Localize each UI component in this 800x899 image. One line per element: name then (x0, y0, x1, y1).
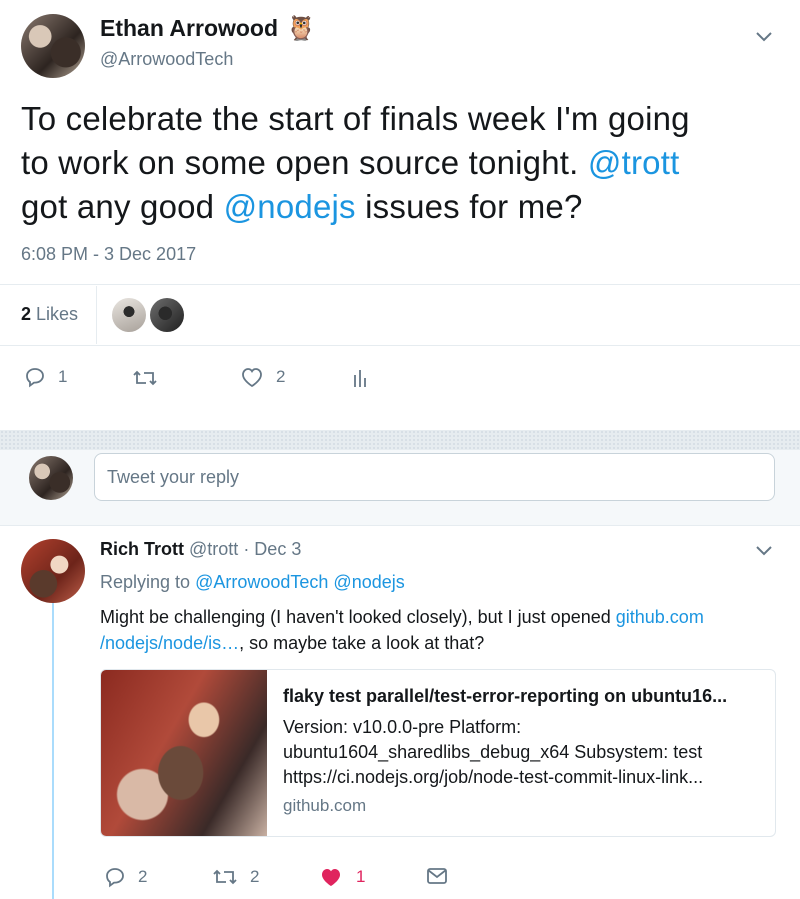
reply-date[interactable]: · Dec 3 (243, 539, 301, 559)
tweet-timestamp[interactable]: 6:08 PM - 3 Dec 2017 (21, 244, 196, 265)
like-action[interactable]: 2 (240, 366, 285, 388)
reply-icon (26, 368, 44, 388)
retweet-icon (213, 869, 237, 885)
mention-nodejs-link[interactable]: @nodejs (224, 188, 356, 225)
reply-author-handle[interactable]: @trott (189, 539, 238, 559)
owl-emoji: 🦉 (286, 15, 316, 42)
tweet-text: To celebrate the start of finals week I'… (21, 100, 690, 225)
github-link[interactable]: /nodejs/node/is… (100, 633, 239, 653)
card-title: flaky test parallel/test-error-reporting… (283, 686, 728, 706)
reply-author-name[interactable]: Rich Trott (100, 539, 184, 559)
card-description: Version: v10.0.0-pre Platform: ubuntu160… (283, 717, 704, 787)
heart-icon (242, 368, 262, 388)
current-user-avatar (29, 456, 73, 500)
thread-separator (0, 430, 800, 450)
liker-avatar[interactable] (150, 298, 184, 332)
likes-stat[interactable]: 2 Likes (21, 304, 78, 325)
chevron-down-icon[interactable] (754, 544, 774, 563)
card-image (101, 670, 267, 836)
heart-icon (322, 869, 340, 886)
link-preview-card[interactable]: flaky test parallel/test-error-reporting… (100, 669, 776, 837)
author-handle[interactable]: @ArrowoodTech (100, 49, 233, 70)
replying-to: Replying to @ArrowoodTech @nodejs (100, 572, 405, 592)
retweet-icon (133, 370, 157, 386)
replying-to-link[interactable]: @nodejs (333, 572, 404, 592)
reply-action[interactable]: 1 (24, 366, 67, 388)
reply-icon (106, 868, 124, 888)
like-action[interactable]: 1 (318, 866, 365, 888)
reply-input[interactable] (94, 453, 775, 501)
github-link[interactable]: github.com (616, 607, 704, 627)
analytics-icon[interactable] (352, 367, 370, 394)
reply-action[interactable]: 2 (104, 866, 147, 888)
reply-text: Might be challenging (I haven't looked c… (100, 607, 704, 653)
author-name[interactable]: Ethan Arrowood (100, 15, 278, 42)
replying-to-link[interactable]: @ArrowoodTech (195, 572, 328, 592)
author-avatar[interactable] (21, 14, 85, 78)
thread-line (52, 595, 54, 899)
liker-avatar[interactable] (112, 298, 146, 332)
direct-message-icon[interactable] (426, 867, 448, 890)
mention-trott-link[interactable]: @trott (588, 144, 680, 181)
retweet-action[interactable]: 2 (212, 867, 259, 887)
card-domain: github.com (283, 796, 367, 815)
chevron-down-icon[interactable] (754, 30, 774, 49)
reply-author-avatar[interactable] (21, 539, 85, 603)
retweet-action[interactable] (132, 368, 158, 388)
